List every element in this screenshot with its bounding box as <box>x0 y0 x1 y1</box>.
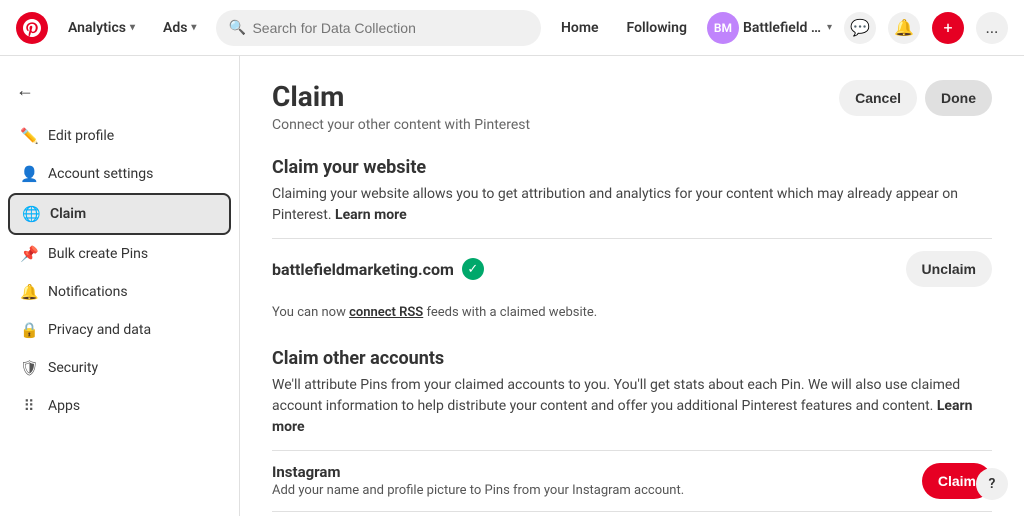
sidebar-item-label: Account settings <box>48 166 153 182</box>
claim-website-desc: Claiming your website allows you to get … <box>272 184 992 226</box>
pinterest-logo[interactable] <box>16 12 48 44</box>
user-name: Battlefield M... <box>743 20 823 36</box>
sidebar-item-edit-profile[interactable]: ✏️ Edit profile <box>8 117 231 155</box>
website-name: battlefieldmarketing.com <box>272 260 454 279</box>
notifications-button[interactable]: 🔔 <box>888 12 920 44</box>
sidebar-item-apps[interactable]: ⠿ Apps <box>8 387 231 425</box>
home-link[interactable]: Home <box>553 14 607 42</box>
page-title: Claim <box>272 80 530 113</box>
account-icon: 👤 <box>20 165 38 183</box>
claim-website-title: Claim your website <box>272 157 992 178</box>
sidebar-item-bulk-create-pins[interactable]: 📌 Bulk create Pins <box>8 235 231 273</box>
sidebar-item-label: Notifications <box>48 284 128 300</box>
sidebar-item-account-settings[interactable]: 👤 Account settings <box>8 155 231 193</box>
bell-icon: 🔔 <box>20 283 38 301</box>
page-layout: ← ✏️ Edit profile 👤 Account settings 🌐 C… <box>0 56 1024 516</box>
search-icon: 🔍 <box>228 20 245 36</box>
sidebar-item-label: Privacy and data <box>48 322 151 338</box>
avatar: BM <box>707 12 739 44</box>
nav-right: Home Following BM Battlefield M... ▾ 💬 🔔… <box>553 12 1008 44</box>
instagram-row: Instagram Add your name and profile pict… <box>272 450 992 511</box>
instagram-name: Instagram <box>272 463 906 481</box>
analytics-chevron-icon: ▾ <box>130 22 135 33</box>
claim-icon: 🌐 <box>22 205 40 223</box>
claim-accounts-desc: We'll attribute Pins from your claimed a… <box>272 375 992 438</box>
sidebar-item-label: Edit profile <box>48 128 114 144</box>
instagram-info: Instagram Add your name and profile pict… <box>272 463 906 498</box>
etsy-row: Etsy Add your name and profile picture t… <box>272 511 992 516</box>
back-button[interactable]: ← <box>8 72 231 109</box>
top-navigation: Analytics ▾ Ads ▾ 🔍 Home Following BM Ba… <box>0 0 1024 56</box>
lock-icon: 🔒 <box>20 321 38 339</box>
page-header: Claim Connect your other content with Pi… <box>272 80 992 133</box>
shield-icon: 🛡 <box>20 359 38 377</box>
sidebar-item-claim[interactable]: 🌐 Claim <box>8 193 231 235</box>
ads-chevron-icon: ▾ <box>191 22 196 33</box>
sidebar-item-label: Apps <box>48 398 80 414</box>
user-chevron-icon: ▾ <box>827 22 832 33</box>
claim-website-section: Claim your website Claiming your website… <box>272 157 992 320</box>
apps-icon: ⠿ <box>20 397 38 415</box>
page-title-wrap: Claim Connect your other content with Pi… <box>272 80 530 133</box>
search-input[interactable] <box>216 10 541 46</box>
unclaim-button[interactable]: Unclaim <box>906 251 992 287</box>
sidebar-item-label: Claim <box>50 206 86 222</box>
following-link[interactable]: Following <box>619 14 695 42</box>
sidebar-item-label: Bulk create Pins <box>48 246 148 262</box>
user-avatar-wrap[interactable]: BM Battlefield M... ▾ <box>707 12 832 44</box>
main-content: Claim Connect your other content with Pi… <box>240 56 1024 516</box>
help-button[interactable]: ? <box>976 468 1008 500</box>
verified-check-icon: ✓ <box>462 258 484 280</box>
connect-rss-link[interactable]: connect RSS <box>349 305 423 320</box>
claim-accounts-title: Claim other accounts <box>272 348 992 369</box>
claim-accounts-section: Claim other accounts We'll attribute Pin… <box>272 348 992 516</box>
sidebar-item-privacy-and-data[interactable]: 🔒 Privacy and data <box>8 311 231 349</box>
website-row: battlefieldmarketing.com ✓ Unclaim <box>272 238 992 299</box>
instagram-desc: Add your name and profile picture to Pin… <box>272 483 906 498</box>
sidebar-item-security[interactable]: 🛡 Security <box>8 349 231 387</box>
page-subtitle: Connect your other content with Pinteres… <box>272 117 530 133</box>
sidebar: ← ✏️ Edit profile 👤 Account settings 🌐 C… <box>0 56 240 516</box>
claim-website-learn-more[interactable]: Learn more <box>335 207 407 223</box>
ads-nav[interactable]: Ads ▾ <box>155 14 204 42</box>
messages-button[interactable]: 💬 <box>844 12 876 44</box>
bulk-pins-icon: 📌 <box>20 245 38 263</box>
header-buttons: Cancel Done <box>839 80 992 116</box>
analytics-nav[interactable]: Analytics ▾ <box>60 14 143 42</box>
sidebar-item-notifications[interactable]: 🔔 Notifications <box>8 273 231 311</box>
add-button[interactable]: + <box>932 12 964 44</box>
done-button[interactable]: Done <box>925 80 992 116</box>
website-note: You can now connect RSS feeds with a cla… <box>272 305 992 320</box>
sidebar-item-label: Security <box>48 360 98 376</box>
edit-icon: ✏️ <box>20 127 38 145</box>
cancel-button[interactable]: Cancel <box>839 80 917 116</box>
website-info: battlefieldmarketing.com ✓ <box>272 258 484 280</box>
search-bar: 🔍 <box>216 10 541 46</box>
more-button[interactable]: ... <box>976 12 1008 44</box>
